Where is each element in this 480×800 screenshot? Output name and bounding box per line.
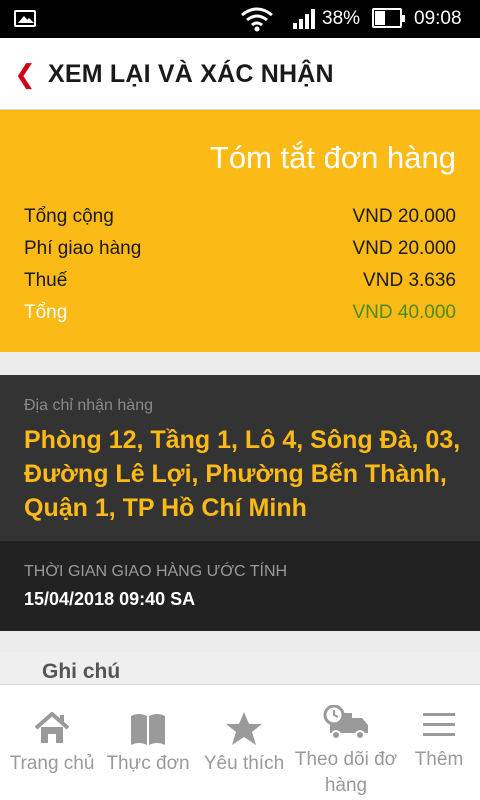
- app-header: ❮ XEM LẠI VÀ XÁC NHẬN: [0, 38, 480, 110]
- delivery-time-value: 15/04/2018 09:40 SA: [24, 589, 196, 609]
- nav-label: Thực đơn: [106, 753, 190, 774]
- menu-book-icon: [131, 714, 165, 745]
- summary-value: VND 20.000: [352, 206, 456, 227]
- summary-heading: Tóm tắt đơn hàng: [209, 140, 456, 175]
- delivery-address-section[interactable]: Địa chỉ nhận hàng Phòng 12, Tầng 1, Lô 4…: [0, 375, 480, 541]
- notes-section[interactable]: Ghi chú: [0, 652, 480, 686]
- summary-row-tax: Thuế VND 3.636: [24, 270, 456, 300]
- summary-label: Tổng cộng: [24, 206, 114, 227]
- gallery-notification-icon: [14, 10, 36, 27]
- status-bar: 38% 09:08: [0, 0, 480, 38]
- summary-label: Tổng: [24, 302, 68, 323]
- nav-label: Thêm: [414, 749, 464, 770]
- nav-label: Theo dõi đơ hàng: [294, 749, 398, 796]
- page-title: XEM LẠI VÀ XÁC NHẬN: [48, 60, 334, 88]
- delivery-time-section[interactable]: THỜI GIAN GIAO HÀNG ƯỚC TÍNH 15/04/2018 …: [0, 541, 480, 631]
- nav-item-track-order[interactable]: Theo dõi đơ hàng: [292, 685, 400, 800]
- back-chevron-icon[interactable]: ❮: [14, 58, 36, 90]
- address-label: Địa chỉ nhận hàng: [24, 397, 153, 414]
- summary-row-subtotal: Tổng cộng VND 20.000: [24, 206, 456, 236]
- clock: 09:08: [414, 8, 462, 29]
- summary-row-total: Tổng VND 40.000: [24, 302, 456, 332]
- wifi-icon: [241, 7, 273, 32]
- summary-value: VND 20.000: [352, 238, 456, 259]
- hamburger-icon: [423, 713, 455, 736]
- bottom-nav: Trang chủ Thực đơn Yêu thích Theo dõi đơ…: [0, 684, 480, 800]
- summary-value: VND 3.636: [363, 270, 456, 291]
- nav-item-home[interactable]: Trang chủ: [0, 685, 104, 800]
- nav-item-menu[interactable]: Thực đơn: [100, 685, 196, 800]
- nav-item-more[interactable]: Thêm: [398, 685, 480, 800]
- star-icon: [226, 712, 262, 745]
- nav-item-favorites[interactable]: Yêu thích: [196, 685, 292, 800]
- address-value: Phòng 12, Tầng 1, Lô 4, Sông Đà, 03, Đườ…: [24, 426, 461, 522]
- signal-icon: [293, 9, 315, 29]
- summary-label: Thuế: [24, 270, 68, 291]
- notes-label: Ghi chú: [42, 660, 121, 683]
- summary-total-value: VND 40.000: [352, 302, 456, 323]
- delivery-time-label: THỜI GIAN GIAO HÀNG ƯỚC TÍNH: [24, 563, 288, 580]
- order-summary: Tóm tắt đơn hàng Tổng cộng VND 20.000 Ph…: [0, 110, 480, 352]
- summary-row-shipping: Phí giao hàng VND 20.000: [24, 238, 456, 268]
- summary-label: Phí giao hàng: [24, 238, 142, 259]
- battery-percent: 38%: [322, 8, 361, 29]
- nav-label: Yêu thích: [203, 753, 285, 774]
- nav-label: Trang chủ: [9, 753, 95, 774]
- home-icon: [34, 712, 70, 743]
- battery-icon: [372, 8, 405, 28]
- delivery-truck-icon: [323, 705, 368, 740]
